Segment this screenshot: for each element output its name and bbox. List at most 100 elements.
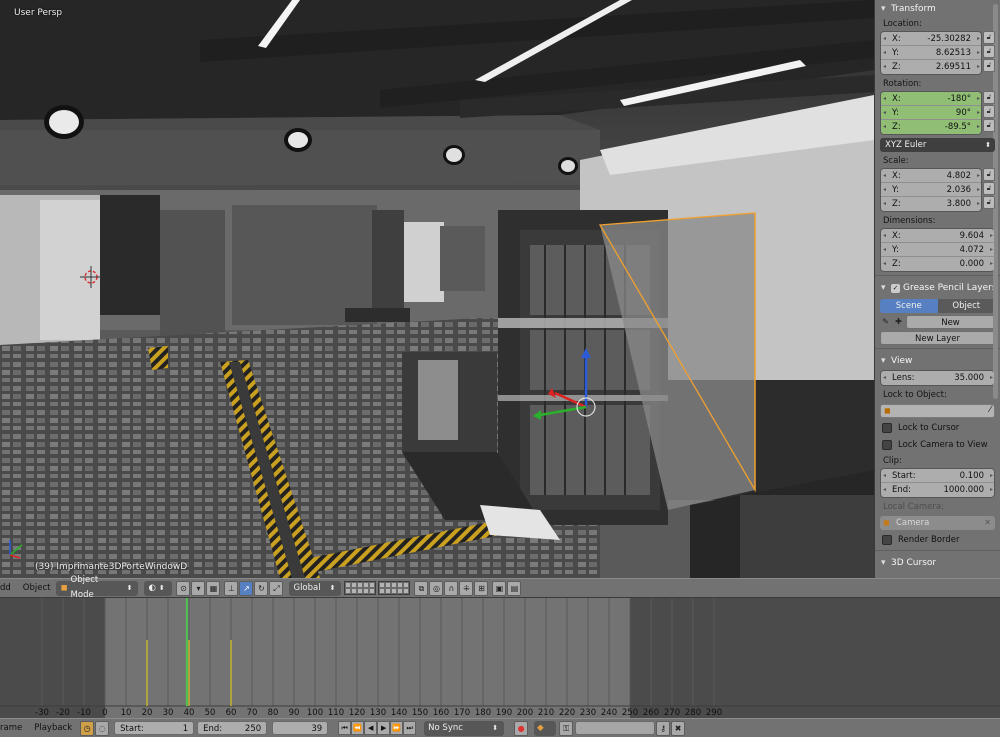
lock-camera-to-view-checkbox[interactable]: Lock Camera to View xyxy=(882,438,993,452)
lock-object-field[interactable]: ◼ ⁄ xyxy=(880,404,995,418)
location-z-field[interactable]: ◂ Z: 2.69511 ▸ xyxy=(881,60,981,74)
location-x-field[interactable]: ◂ X: -25.30282 ▸ xyxy=(881,32,981,46)
jump-end-icon[interactable]: ⏭ xyxy=(403,721,417,735)
timeline-tick-label: 210 xyxy=(538,708,554,718)
timeline-tick-label: 140 xyxy=(391,708,407,718)
occlude-geometry-icon[interactable]: ▦ xyxy=(206,580,221,596)
rotation-x-field[interactable]: ◂ X: -180° ▸ xyxy=(881,92,981,106)
manipulator-toggle-icon[interactable]: ⊥ xyxy=(224,580,239,596)
shading-select[interactable]: ◐ ⬍ xyxy=(144,580,173,596)
start-frame-field[interactable]: Start: 1 xyxy=(114,721,195,735)
play-reverse-icon[interactable]: ◀ xyxy=(364,721,378,735)
add-menu[interactable]: dd xyxy=(0,583,11,593)
scale-fields: ◂ X: 4.802 ▸ ◂ Y: 2.036 ▸ ◂ Z: 3.800 ▸ xyxy=(880,168,982,212)
scale-label: Scale: xyxy=(883,156,909,166)
jump-next-keyframe-icon[interactable]: ⏩ xyxy=(390,721,404,735)
clip-start-field[interactable]: ◂ Start: 0.100 ▸ xyxy=(881,469,994,483)
sync-select[interactable]: No Sync ⬍ xyxy=(424,720,505,736)
dimensions-y-field[interactable]: ◂ Y: 4.072 ▸ xyxy=(881,243,994,257)
new-grease-pencil-button[interactable]: New xyxy=(906,315,995,329)
tab-scene[interactable]: Scene xyxy=(880,299,938,313)
timeline-tick-label: 10 xyxy=(121,708,132,718)
clip-end-field[interactable]: ◂ End: 1000.000 ▸ xyxy=(881,483,994,497)
lock-to-cursor-checkbox[interactable]: Lock to Cursor xyxy=(882,421,993,435)
dimensions-x-field[interactable]: ◂ X: 9.604 ▸ xyxy=(881,229,994,243)
jump-start-icon[interactable]: ⏮ xyxy=(338,721,352,735)
lock-icon[interactable]: 🔓︎ xyxy=(983,91,995,104)
transform-panel-header[interactable]: ▾ Transform xyxy=(875,0,1000,18)
timeline-canvas[interactable]: -30 -20 -10 0 10 20 30 40 50 60 70 80 90 100 110 120 130… xyxy=(0,598,1000,718)
lock-icon[interactable]: 🔓︎ xyxy=(983,182,995,195)
playback-menu[interactable]: Playback xyxy=(34,723,72,733)
rotation-y-field[interactable]: ◂ Y: 90° ▸ xyxy=(881,106,981,120)
record-icon[interactable]: ● xyxy=(514,720,529,736)
scale-manipulator-icon[interactable]: ⤢ xyxy=(269,580,284,596)
lock-icon[interactable]: 🔓︎ xyxy=(983,59,995,72)
view-panel-header[interactable]: ▾ View xyxy=(875,352,1000,370)
timeline-tick-label: 20 xyxy=(142,708,153,718)
lens-field[interactable]: ◂ Lens: 35.000 ▸ xyxy=(881,371,994,385)
tab-object[interactable]: Object xyxy=(937,299,995,313)
3d-viewport[interactable]: User Persp (39) Imprimante3DPorteWindowD xyxy=(0,0,874,578)
frame-menu[interactable]: rame xyxy=(0,723,22,733)
timeline-area[interactable]: -30 -20 -10 0 10 20 30 40 50 60 70 80 90 100 110 120 130… xyxy=(0,598,1000,718)
lock-time-icon[interactable]: ◌ xyxy=(95,720,110,736)
3d-cursor-panel-header[interactable]: ▾ 3D Cursor xyxy=(875,554,1000,572)
timeline-header: rame Playback ◷ ◌ Start: 1 End: 250 39 ⏮ ⏪… xyxy=(0,718,1000,737)
local-camera-field[interactable]: ◼ Camera ✕ xyxy=(880,516,995,530)
lock-to-object-label: Lock to Object: xyxy=(883,390,947,400)
add-icon[interactable]: ✚ xyxy=(893,316,904,328)
checkbox-checked-icon[interactable]: ✓ xyxy=(891,284,900,293)
mode-select[interactable]: ◼ Object Mode ⬍ xyxy=(56,575,139,600)
keying-set-icon[interactable]: ⚿ xyxy=(559,720,574,736)
rotation-mode-select[interactable]: XYZ Euler ⬍ xyxy=(880,138,995,152)
pivot-point-icon[interactable]: ⊙ xyxy=(176,580,191,596)
dimensions-z-field[interactable]: ◂ Z: 0.000 ▸ xyxy=(881,257,994,271)
keying-set-field[interactable] xyxy=(575,721,656,735)
location-y-field[interactable]: ◂ Y: 8.62513 ▸ xyxy=(881,46,981,60)
lens-field-group: ◂ Lens: 35.000 ▸ xyxy=(880,370,995,386)
lock-icon[interactable]: 🔓︎ xyxy=(983,196,995,209)
pencil-icon[interactable]: ✎ xyxy=(880,316,891,328)
preview-range-icon[interactable]: ◷ xyxy=(80,720,95,736)
timeline-tick-label: 80 xyxy=(268,708,279,718)
render-preview-icon[interactable]: ▣ xyxy=(492,580,507,596)
lock-icon[interactable]: 🔓︎ xyxy=(983,119,995,132)
eyedropper-icon[interactable]: ⁄ xyxy=(989,405,991,415)
object-menu[interactable]: Object xyxy=(23,583,51,593)
scale-y-field[interactable]: ◂ Y: 2.036 ▸ xyxy=(881,183,981,197)
collapse-triangle-icon: ▾ xyxy=(881,4,886,14)
rotate-manipulator-icon[interactable]: ↻ xyxy=(254,580,269,596)
keying-set-select[interactable]: ◆ xyxy=(534,720,557,736)
rotation-z-field[interactable]: ◂ Z: -89.5° ▸ xyxy=(881,120,981,134)
location-fields: ◂ X: -25.30282 ▸ ◂ Y: 8.62513 ▸ ◂ Z: 2.69511 ▸ xyxy=(880,31,982,75)
select-arrows-icon: ⬍ xyxy=(329,583,336,592)
play-icon[interactable]: ▶ xyxy=(377,721,391,735)
lock-layers-icon[interactable]: ⧉ xyxy=(414,580,429,596)
pivot-dropdown-icon[interactable]: ▾ xyxy=(191,580,206,596)
orientation-select[interactable]: Global ⬍ xyxy=(289,580,342,596)
layer-buttons[interactable] xyxy=(378,581,411,595)
scale-x-field[interactable]: ◂ X: 4.802 ▸ xyxy=(881,169,981,183)
new-layer-button[interactable]: New Layer xyxy=(880,331,995,345)
scale-z-field[interactable]: ◂ Z: 3.800 ▸ xyxy=(881,197,981,211)
proportional-edit-icon[interactable]: ◎ xyxy=(429,580,444,596)
grease-pencil-panel-header[interactable]: ▾ ✓ Grease Pencil Layers xyxy=(875,279,1000,297)
lock-icon[interactable]: 🔓︎ xyxy=(983,105,995,118)
render-animation-icon[interactable]: ▤ xyxy=(507,580,522,596)
insert-keyframe-icon[interactable]: ⚷ xyxy=(656,720,671,736)
snap-element-icon[interactable]: ⁜ xyxy=(459,580,474,596)
snap-magnet-icon[interactable]: ∩ xyxy=(444,580,459,596)
render-border-checkbox[interactable]: Render Border xyxy=(882,533,993,547)
end-frame-field[interactable]: End: 250 xyxy=(197,721,268,735)
current-frame-field[interactable]: 39 xyxy=(272,721,329,735)
delete-keyframe-icon[interactable]: ✖ xyxy=(671,720,686,736)
object-mode-icon: ◼ xyxy=(60,582,68,593)
snap-target-icon[interactable]: ⊞ xyxy=(474,580,489,596)
jump-prev-keyframe-icon[interactable]: ⏪ xyxy=(351,721,365,735)
lock-icon[interactable]: 🔓︎ xyxy=(983,31,995,44)
layer-buttons[interactable] xyxy=(344,581,377,595)
translate-manipulator-icon[interactable]: ↗ xyxy=(239,580,254,596)
lock-icon[interactable]: 🔓︎ xyxy=(983,168,995,181)
lock-icon[interactable]: 🔓︎ xyxy=(983,45,995,58)
